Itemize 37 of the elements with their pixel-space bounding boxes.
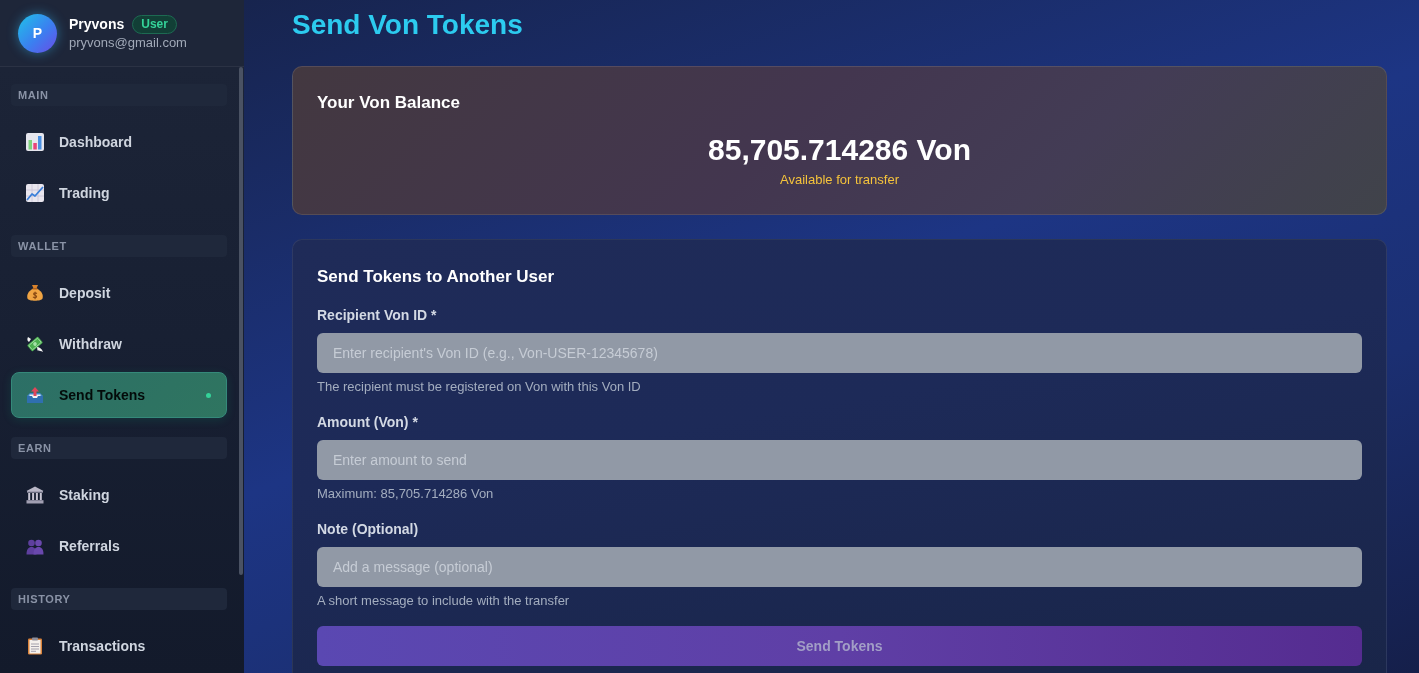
user-email: pryvons@gmail.com [69, 33, 187, 52]
outbox-tray-icon [26, 386, 44, 404]
flying-money-icon [26, 335, 44, 353]
balance-amount: 85,705.714286 Von [708, 132, 971, 168]
active-dot-icon [206, 392, 211, 398]
nav-item[interactable]: Transactions [11, 623, 227, 669]
field-label: Amount (Von) * [317, 413, 418, 432]
nav-item[interactable]: Dashboard [11, 119, 227, 165]
nav-item[interactable]: Withdraw [11, 321, 227, 367]
nav-item[interactable]: Trading [11, 170, 227, 216]
nav-item[interactable]: Referrals [11, 523, 227, 569]
bank-icon [26, 486, 44, 504]
nav-item[interactable]: Send Tokens [11, 372, 227, 418]
field-label: Note (Optional) [317, 520, 419, 539]
field-help-text: Maximum: 85,705.714286 Von [317, 485, 494, 503]
role-badge: User [132, 14, 177, 34]
field-label: Recipient Von ID * [317, 306, 437, 325]
clipboard-icon [26, 637, 44, 655]
line-chart-icon [26, 184, 44, 202]
nav-section-label: WALLET [11, 235, 227, 257]
nav-item[interactable]: Staking [11, 472, 227, 518]
money-bag-icon [26, 284, 44, 302]
user-name: Pryvons [69, 15, 125, 33]
field-help-text: A short message to include with the transfer [317, 592, 570, 610]
page-title: Send Von Tokens [292, 8, 523, 42]
user-avatar: P [18, 13, 57, 53]
people-icon [26, 537, 44, 555]
field-help-text: The recipient must be registered on Von with this Von ID [317, 378, 641, 396]
bar-chart-icon [26, 133, 44, 151]
nav-item[interactable]: Deposit [11, 270, 227, 316]
nav-section-label: HISTORY [11, 588, 227, 610]
card-title: Your Von Balance [317, 92, 460, 114]
balance-caption: Available for transfer [780, 171, 899, 189]
scrollbar-thumb[interactable] [239, 67, 243, 575]
nav-section-label: MAIN [11, 84, 227, 106]
form-title: Send Tokens to Another User [317, 266, 555, 288]
nav-section-label: EARN [11, 437, 227, 459]
